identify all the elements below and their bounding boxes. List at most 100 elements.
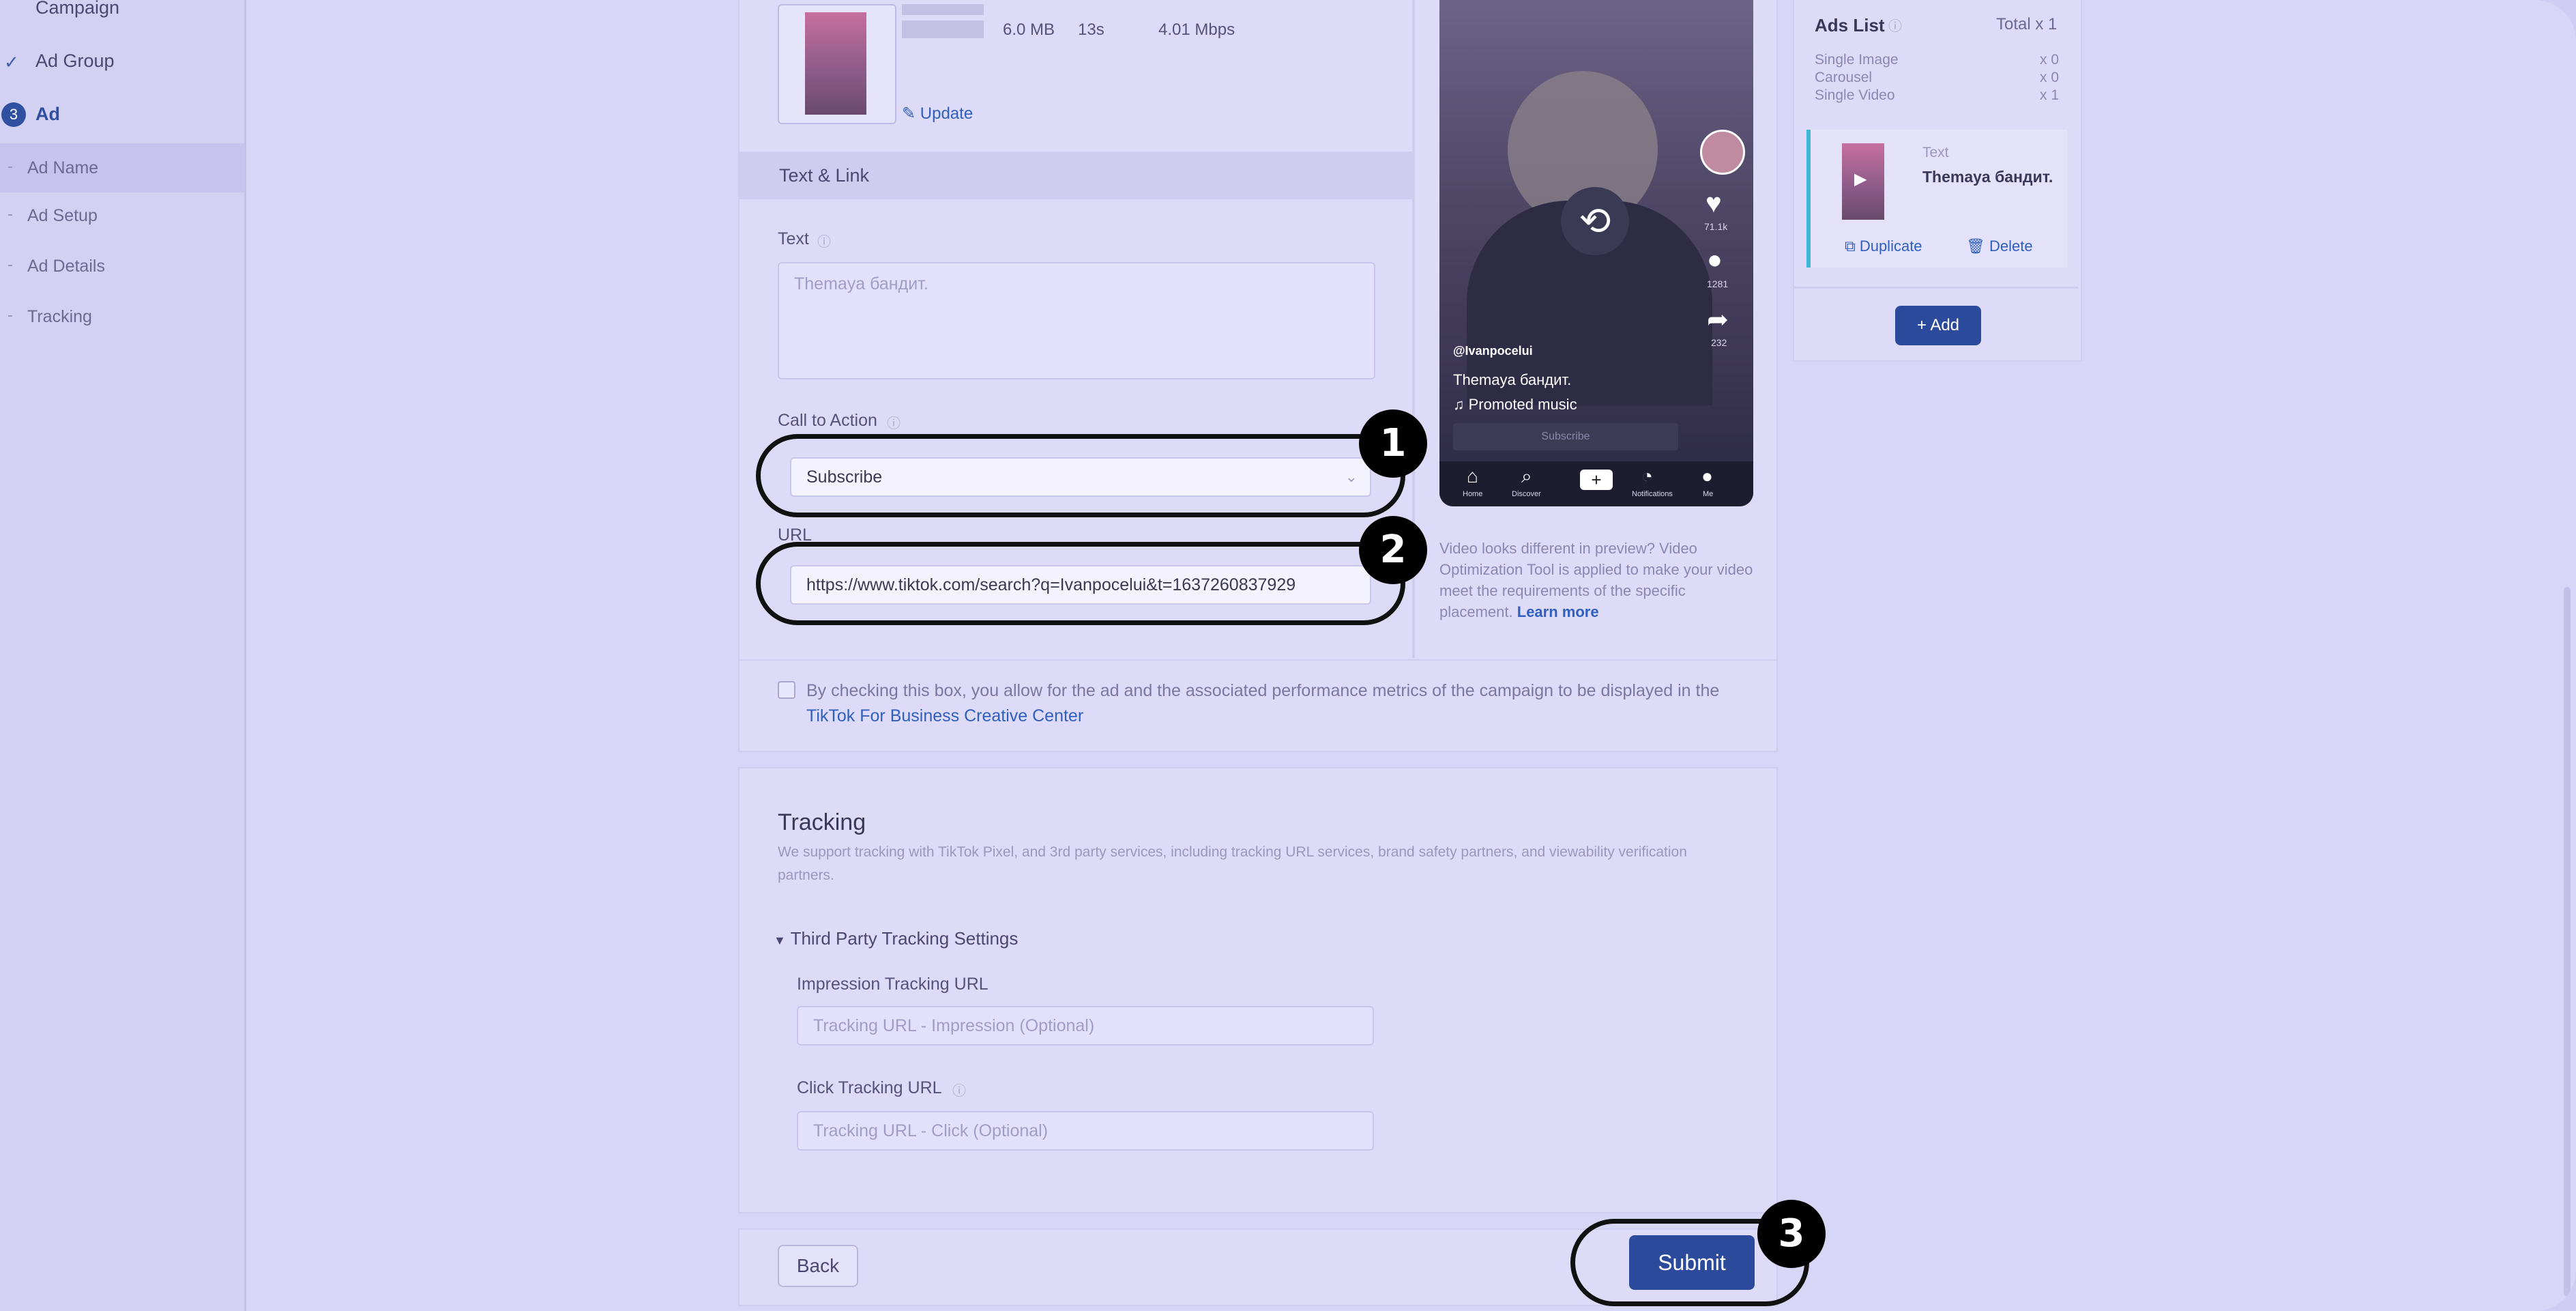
consent-text: By checking this box, you allow for the … [806, 678, 1721, 729]
callout-outline-url [756, 542, 1405, 625]
replay-icon[interactable]: ⟲ [1561, 187, 1629, 255]
comment-count: 1281 [1707, 278, 1729, 289]
sidebar-item-campaign[interactable]: Campaign [0, 0, 244, 25]
profile-icon: ● [1701, 465, 1713, 487]
preview-caption: Themaya бандит. [1453, 371, 1572, 388]
blurred-meta [902, 4, 984, 15]
info-icon: ⓘ [817, 235, 831, 250]
check-icon: ✓ [4, 52, 19, 72]
ads-total: Total x 1 [1996, 15, 2058, 33]
ad-card-type: Text [1922, 145, 1949, 160]
ads-list-divider [1794, 287, 2078, 289]
nav-label: Notifications [1632, 490, 1673, 498]
nav-label: Home [1463, 490, 1483, 498]
section-title: Text & Link [779, 165, 870, 186]
inbox-icon: ◔ [1641, 465, 1653, 487]
step-number: 3 [1, 102, 26, 127]
video-bitrate: 4.01 Mbps [1158, 20, 1235, 39]
share-count: 232 [1711, 337, 1727, 348]
sidebar-item-tracking[interactable]: Tracking [0, 307, 244, 334]
music-label: Promoted music [1468, 396, 1577, 413]
sidebar-item-ad-setup[interactable]: Ad Setup [0, 206, 244, 233]
edit-icon: ✎ [902, 104, 916, 123]
add-ad-button[interactable]: + Add [1895, 306, 1981, 345]
tracking-title: Tracking [778, 809, 866, 835]
create-icon: + [1580, 470, 1613, 490]
ads-type-count: x 0 [2040, 70, 2060, 85]
bullet-icon [8, 214, 12, 216]
sidebar-item-ad-details[interactable]: Ad Details [0, 257, 244, 284]
share-icon[interactable]: ➦ [1707, 304, 1729, 335]
ad-card-text: Themaya бандит. [1922, 168, 2053, 186]
update-button[interactable]: ✎ Update [902, 104, 973, 124]
duplicate-button[interactable]: ⧉ Duplicate [1845, 237, 1922, 255]
creative-center-link[interactable]: TikTok For Business Creative Center [806, 706, 1083, 725]
sidebar-item-label: Ad [35, 104, 60, 124]
preview-cta-label: Subscribe [1541, 431, 1590, 442]
back-button[interactable]: Back [778, 1245, 858, 1287]
sidebar-item-label: Ad Setup [27, 206, 98, 225]
copy-icon: ⧉ [1845, 237, 1860, 255]
click-placeholder: Tracking URL - Click (Optional) [813, 1121, 1049, 1140]
callout-badge: 3 [1757, 1200, 1826, 1268]
ads-list-title: Ads List [1815, 15, 1885, 35]
callout-badge: 2 [1359, 516, 1427, 584]
play-icon: ▶ [1854, 170, 1867, 188]
delete-button[interactable]: 🗑 Delete [1966, 237, 2033, 255]
blurred-meta [902, 20, 984, 38]
ad-card[interactable]: ▶ Text Themaya бандит. ⧉ Duplicate 🗑 Del… [1806, 130, 2067, 268]
screen: Campaign ✓ Ad Group 3 Ad Ad Name Ad Setu… [0, 0, 2576, 1311]
ads-type-count: x 1 [2040, 87, 2060, 103]
comment-icon[interactable]: ● [1707, 246, 1723, 275]
tracking-description: We support tracking with TikTok Pixel, a… [778, 844, 1687, 883]
cta-label: Call to Action [778, 411, 877, 430]
video-duration: 13s [1078, 20, 1104, 39]
preview-note: Video looks different in preview? Video … [1439, 538, 1753, 622]
learn-more-link[interactable]: Learn more [1517, 603, 1599, 620]
consent-checkbox[interactable] [778, 681, 795, 699]
impression-placeholder: Tracking URL - Impression (Optional) [813, 1016, 1095, 1035]
delete-label: Delete [1989, 237, 2033, 255]
consent-label: By checking this box, you allow for the … [806, 681, 1720, 700]
trash-icon: 🗑 [1966, 237, 1990, 255]
update-label: Update [920, 104, 974, 123]
music-note-icon: ♫ [1453, 396, 1469, 413]
duplicate-label: Duplicate [1859, 237, 1922, 255]
home-icon: ⌂ [1467, 465, 1478, 487]
bullet-icon [8, 265, 12, 266]
thumbnail-image [805, 12, 866, 115]
video-preview: ⟲ ♥ 71.1k ● 1281 ➦ 232 @Ivanpocelui Them… [1439, 0, 1753, 506]
click-url-input[interactable]: Tracking URL - Click (Optional) [797, 1111, 1374, 1151]
sidebar-item-ad-group[interactable]: ✓ Ad Group [0, 51, 244, 78]
ad-text-value: Themaya бандит. [794, 274, 928, 293]
impression-label: Impression Tracking URL [797, 975, 989, 994]
sidebar-item-ad-name[interactable]: Ad Name [0, 143, 244, 192]
sidebar-item-label: Ad Name [27, 158, 99, 177]
avatar[interactable] [1700, 130, 1745, 175]
sidebar-item-label: Tracking [27, 307, 92, 326]
sidebar-item-label: Campaign [35, 0, 120, 18]
scrollbar[interactable] [2564, 587, 2571, 1297]
info-icon: ⓘ [887, 416, 901, 431]
heart-icon[interactable]: ♥ [1706, 188, 1722, 219]
ad-card-thumbnail: ▶ [1842, 143, 1884, 220]
nav-label: Me [1703, 490, 1714, 498]
info-icon: ⓘ [1888, 19, 1902, 34]
ads-type-label: Single Image [1815, 52, 1899, 68]
like-count: 71.1k [1704, 221, 1728, 232]
video-size: 6.0 MB [1003, 20, 1055, 39]
click-label: Click Tracking URL [797, 1078, 942, 1097]
callout-badge: 1 [1359, 409, 1427, 478]
discover-icon: ⌕ [1521, 465, 1532, 487]
ad-text-input[interactable]: Themaya бандит. [778, 262, 1375, 379]
sidebar-item-ad[interactable]: 3 Ad [0, 102, 244, 131]
bullet-icon [8, 167, 12, 168]
impression-url-input[interactable]: Tracking URL - Impression (Optional) [797, 1006, 1374, 1046]
third-party-toggle[interactable]: ▼ Third Party Tracking Settings [774, 928, 1018, 949]
video-thumbnail[interactable] [778, 4, 896, 124]
sidebar-item-label: Ad Details [27, 257, 105, 276]
preview-music: ♫ Promoted music [1453, 396, 1577, 414]
nav-label: Discover [1512, 490, 1541, 498]
caret-down-icon: ▼ [774, 934, 786, 947]
text-label: Text [778, 229, 809, 248]
